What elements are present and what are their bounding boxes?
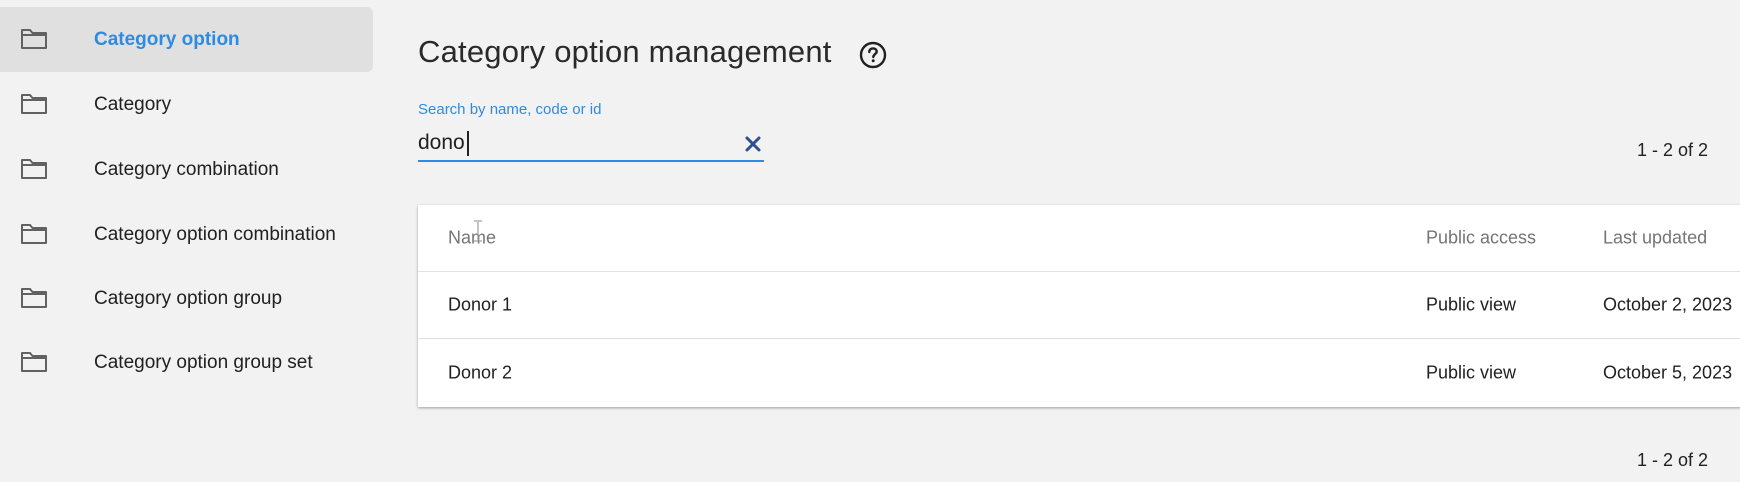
sidebar-item-label: Category option	[94, 28, 240, 50]
folder-icon	[21, 94, 47, 114]
table-header-row: Name Public access Last updated	[418, 205, 1740, 272]
folder-icon	[21, 288, 47, 308]
text-caret	[467, 131, 469, 156]
cell-public-access: Public view	[1426, 362, 1517, 383]
sidebar-item-label: Category option group	[94, 287, 283, 309]
pagination-bottom: 1 - 2 of 2	[1636, 450, 1708, 470]
sidebar-item-label: Category option group set	[94, 351, 313, 373]
cell-public-access: Public view	[1426, 294, 1517, 315]
sidebar-item-category-option-group-set[interactable]: Category option group set	[0, 330, 373, 395]
folder-icon	[21, 29, 47, 49]
pagination-top: 1 - 2 of 2	[1636, 140, 1708, 160]
table-row[interactable]: Donor 2 Public view October 5, 2023	[418, 339, 1740, 407]
cell-name: Donor 1	[448, 294, 513, 315]
data-table: Name Public access Last updated Donor 1 …	[418, 205, 1740, 407]
cell-last-updated: October 2, 2023	[1603, 294, 1733, 315]
sidebar-item-category-option-group[interactable]: Category option group	[0, 266, 373, 331]
text-cursor-icon	[474, 220, 482, 242]
help-circle-icon[interactable]	[858, 40, 888, 70]
close-icon[interactable]	[744, 135, 762, 153]
sidebar-item-category-option-combination[interactable]: Category option combination	[0, 202, 373, 267]
folder-icon	[21, 159, 47, 179]
sidebar-item-category-combination[interactable]: Category combination	[0, 137, 373, 202]
sidebar-item-label: Category	[94, 93, 172, 115]
sidebar: Category option Category Category combin…	[0, 0, 373, 482]
folder-icon	[21, 352, 47, 372]
cell-last-updated: October 5, 2023	[1603, 362, 1733, 383]
app-root: Category option Category Category combin…	[0, 0, 1740, 482]
table-row[interactable]: Donor 1 Public view October 2, 2023	[418, 272, 1740, 339]
folder-icon	[21, 224, 47, 244]
search-input[interactable]	[418, 128, 718, 158]
column-header-public-access[interactable]: Public access	[1426, 228, 1536, 249]
sidebar-item-category-option[interactable]: Category option	[0, 7, 373, 72]
column-header-last-updated[interactable]: Last updated	[1603, 228, 1707, 249]
page-title: Category option management	[418, 34, 832, 69]
cell-name: Donor 2	[448, 362, 513, 383]
search-label: Search by name, code or id	[418, 101, 602, 118]
sidebar-item-label: Category option combination	[94, 223, 336, 245]
search-field	[418, 128, 764, 162]
sidebar-item-category[interactable]: Category	[0, 72, 373, 137]
sidebar-item-label: Category combination	[94, 158, 279, 180]
